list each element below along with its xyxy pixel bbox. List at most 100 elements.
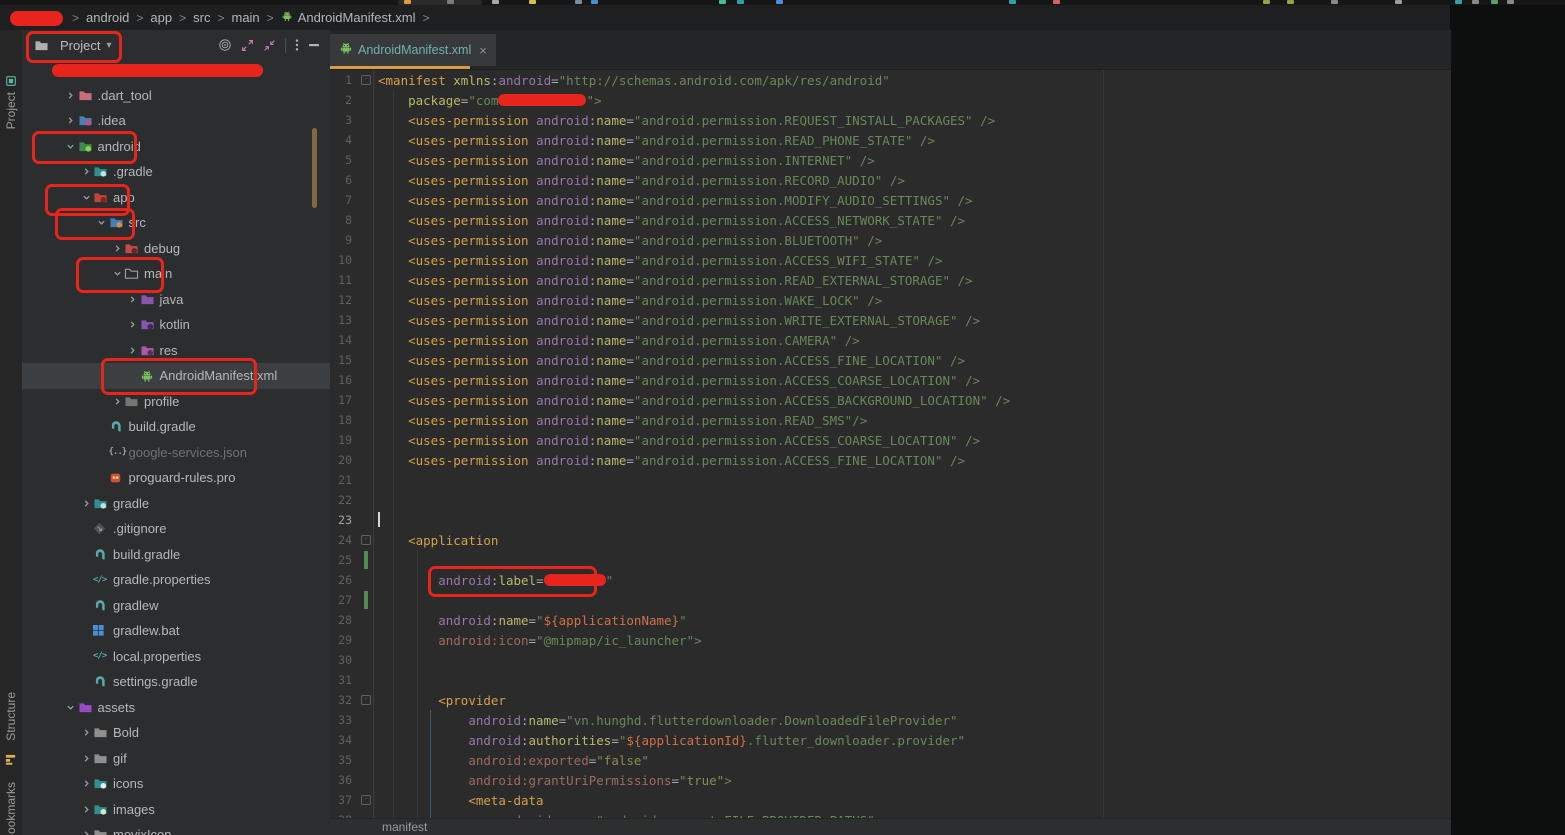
chevron-collapsed-icon[interactable]	[64, 91, 78, 100]
toolbar-icon-sliver[interactable]	[575, 0, 582, 4]
collapse-all-icon[interactable]	[263, 39, 276, 52]
tree-item-java[interactable]: java	[22, 287, 330, 313]
toolbar-icon-sliver[interactable]	[1287, 0, 1294, 4]
toolbar-icon-sliver[interactable]	[1472, 0, 1479, 4]
tree-item-.gitignore[interactable]: .gitignore	[22, 516, 330, 542]
code-line-20[interactable]: 20 <uses-permission android:name="androi…	[330, 450, 1451, 470]
breadcrumb-item-main[interactable]: main	[231, 10, 259, 25]
toolbar-icon-sliver[interactable]	[1395, 0, 1402, 4]
more-options-icon[interactable]	[295, 38, 299, 52]
chevron-collapsed-icon[interactable]	[79, 779, 93, 788]
tree-item-res[interactable]: res	[22, 338, 330, 364]
toolbar-icon-sliver[interactable]	[1455, 0, 1462, 4]
fold-marker-icon[interactable]: -	[361, 795, 371, 805]
code-line-14[interactable]: 14 <uses-permission android:name="androi…	[330, 330, 1451, 350]
tree-item-androidmanifest.xml[interactable]: AndroidManifest.xml	[22, 363, 330, 389]
tree-item-app[interactable]: app	[22, 185, 330, 211]
toolbar-icon-sliver[interactable]	[447, 0, 454, 4]
code-line-31[interactable]: 31	[330, 670, 1451, 690]
code-line-23[interactable]: 23	[330, 510, 1451, 530]
breadcrumb-item-redacted[interactable]	[10, 11, 65, 25]
chevron-collapsed-icon[interactable]	[126, 295, 140, 304]
expand-all-icon[interactable]	[241, 39, 254, 52]
tree-item-build.gradle[interactable]: build.gradle	[22, 542, 330, 568]
chevron-collapsed-icon[interactable]	[79, 499, 93, 508]
chevron-expanded-icon[interactable]	[110, 269, 124, 278]
toolbar-icon-sliver[interactable]	[1263, 0, 1270, 4]
chevron-collapsed-icon[interactable]	[126, 320, 140, 329]
code-line-6[interactable]: 6 <uses-permission android:name="android…	[330, 170, 1451, 190]
code-line-10[interactable]: 10 <uses-permission android:name="androi…	[330, 250, 1451, 270]
tree-item-google-services.json[interactable]: {..}google-services.json	[22, 440, 330, 466]
code-line-37[interactable]: 37- <meta-data	[330, 790, 1451, 810]
code-line-22[interactable]: 22	[330, 490, 1451, 510]
code-line-1[interactable]: 1-<manifest xmlns:android="http://schema…	[330, 70, 1451, 90]
chevron-collapsed-icon[interactable]	[79, 167, 93, 176]
code-line-16[interactable]: 16 <uses-permission android:name="androi…	[330, 370, 1451, 390]
tab-androidmanifest[interactable]: AndroidManifest.xml ×	[330, 34, 496, 66]
chevron-expanded-icon[interactable]	[95, 218, 109, 227]
tree-item-src[interactable]: src	[22, 210, 330, 236]
chevron-expanded-icon[interactable]	[64, 142, 78, 151]
locate-icon[interactable]	[218, 38, 232, 52]
toolbar-icon-sliver[interactable]	[719, 0, 726, 4]
chevron-expanded-icon[interactable]	[64, 703, 78, 712]
tree-item-icons[interactable]: icons	[22, 771, 330, 797]
project-tool-icon[interactable]	[5, 74, 17, 92]
code-line-17[interactable]: 17 <uses-permission android:name="androi…	[330, 390, 1451, 410]
code-line-29[interactable]: 29 android:icon="@mipmap/ic_launcher">	[330, 630, 1451, 650]
toolbar-icon-sliver[interactable]	[1507, 0, 1514, 4]
tree-item-build.gradle[interactable]: build.gradle	[22, 414, 330, 440]
code-line-33[interactable]: 33 android:name="vn.hunghd.flutterdownlo…	[330, 710, 1451, 730]
toolbar-icon-sliver[interactable]	[776, 0, 783, 4]
code-line-15[interactable]: 15 <uses-permission android:name="androi…	[330, 350, 1451, 370]
chevron-collapsed-icon[interactable]	[79, 830, 93, 835]
code-line-18[interactable]: 18 <uses-permission android:name="androi…	[330, 410, 1451, 430]
tool-window-button-structure[interactable]: Structure	[4, 692, 18, 741]
toolbar-icon-sliver[interactable]	[492, 0, 499, 4]
tree-item-settings.gradle[interactable]: settings.gradle	[22, 669, 330, 695]
code-line-26[interactable]: 26 android:label="	[330, 570, 1451, 590]
code-line-30[interactable]: 30	[330, 650, 1451, 670]
chevron-collapsed-icon[interactable]	[79, 805, 93, 814]
breadcrumb-item-android[interactable]: android	[86, 10, 129, 25]
tree-item-bold[interactable]: Bold	[22, 720, 330, 746]
code-line-32[interactable]: 32- <provider	[330, 690, 1451, 710]
code-line-34[interactable]: 34 android:authorities="${applicationId}…	[330, 730, 1451, 750]
tree-item-gradlew.bat[interactable]: gradlew.bat	[22, 618, 330, 644]
tree-item-project-root[interactable]	[22, 57, 330, 83]
breadcrumb-item-androidmanifest.xml[interactable]: AndroidManifest.xml	[281, 10, 416, 25]
tree-item-kotlin[interactable]: kotlin	[22, 312, 330, 338]
tree-item-movixicon[interactable]: movixIcon	[22, 822, 330, 835]
breadcrumb-item-app[interactable]: app	[150, 10, 172, 25]
chevron-expanded-icon[interactable]	[48, 65, 62, 74]
chevron-collapsed-icon[interactable]	[79, 754, 93, 763]
tree-item-.idea[interactable]: .idea	[22, 108, 330, 134]
tree-item-local.properties[interactable]: </>local.properties	[22, 644, 330, 670]
toolbar-icon-sliver[interactable]	[591, 0, 598, 4]
breadcrumb-item-src[interactable]: src	[193, 10, 210, 25]
code-line-24[interactable]: 24- <application	[330, 530, 1451, 550]
chevron-collapsed-icon[interactable]	[110, 397, 124, 406]
toolbar-icon-sliver[interactable]	[1491, 0, 1498, 4]
code-line-21[interactable]: 21	[330, 470, 1451, 490]
toolbar-icon-sliver[interactable]	[737, 0, 744, 4]
code-line-5[interactable]: 5 <uses-permission android:name="android…	[330, 150, 1451, 170]
tree-item-.gradle[interactable]: .gradle	[22, 159, 330, 185]
toolbar-icon-sliver[interactable]	[1009, 0, 1016, 4]
code-line-7[interactable]: 7 <uses-permission android:name="android…	[330, 190, 1451, 210]
code-line-3[interactable]: 3 <uses-permission android:name="android…	[330, 110, 1451, 130]
code-area[interactable]: 1-<manifest xmlns:android="http://schema…	[330, 70, 1451, 819]
chevron-collapsed-icon[interactable]	[79, 728, 93, 737]
fold-marker-icon[interactable]: -	[361, 535, 371, 545]
tree-item-.dart-tool[interactable]: .dart_tool	[22, 83, 330, 109]
code-line-4[interactable]: 4 <uses-permission android:name="android…	[330, 130, 1451, 150]
code-line-19[interactable]: 19 <uses-permission android:name="androi…	[330, 430, 1451, 450]
code-line-27[interactable]: 27	[330, 590, 1451, 610]
toolbar-icon-sliver[interactable]	[529, 0, 536, 4]
tree-item-assets[interactable]: assets	[22, 695, 330, 721]
editor[interactable]: AndroidManifest.xml × 1-<manifest xmlns:…	[330, 30, 1451, 835]
code-line-11[interactable]: 11 <uses-permission android:name="androi…	[330, 270, 1451, 290]
toolbar-icon-sliver[interactable]	[1053, 0, 1060, 4]
chevron-collapsed-icon[interactable]	[126, 346, 140, 355]
